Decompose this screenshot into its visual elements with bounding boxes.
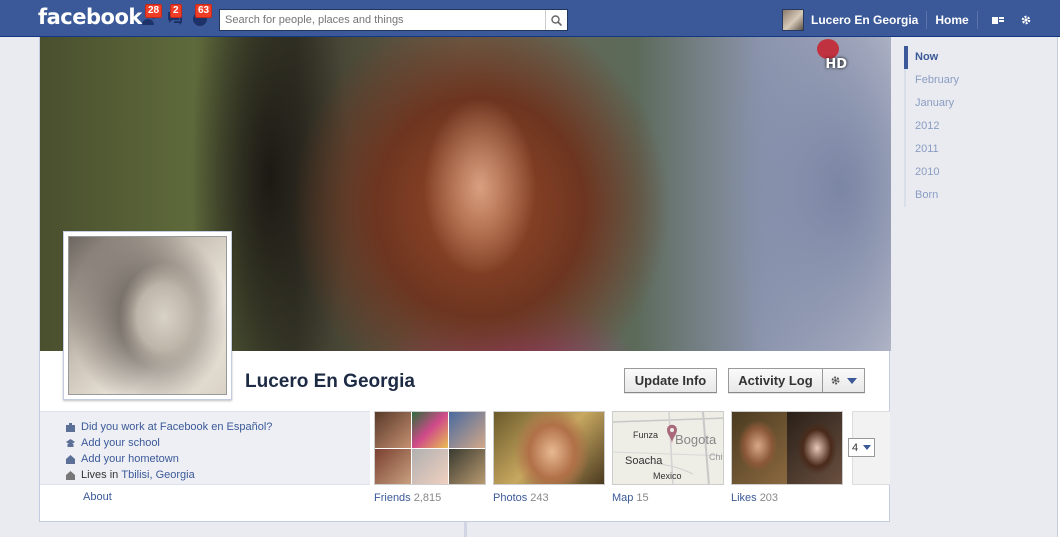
info-item-work[interactable]: Did you work at Facebook en Español? (66, 419, 272, 435)
profile-name[interactable]: Lucero En Georgia (245, 371, 415, 393)
map-thumbnail[interactable]: Funza Bogota Soacha Mexico Chi (612, 411, 724, 485)
timeline-nav-february[interactable]: February (904, 69, 1024, 92)
house-icon (66, 470, 75, 480)
messages-badge: 2 (170, 4, 182, 18)
profile-settings-dropdown[interactable] (822, 368, 865, 393)
app-label[interactable]: Likes (731, 492, 757, 504)
app-count: 2,815 (413, 492, 442, 504)
map-place: Soacha (625, 455, 663, 467)
app-label[interactable]: Photos (493, 492, 527, 504)
app-label[interactable]: Friends (374, 492, 411, 504)
friends-thumbnail[interactable] (374, 411, 486, 485)
info-item-school[interactable]: Add your school (66, 435, 272, 451)
app-friends[interactable]: Friends 2,815 (374, 411, 486, 504)
liked-page-photo (732, 412, 787, 484)
home-icon (66, 454, 75, 464)
map-place: Mexico (653, 471, 682, 481)
privacy-shortcuts-button[interactable] (990, 12, 1006, 28)
friend-photo (412, 448, 448, 484)
friend-photo (375, 448, 411, 484)
lives-in-prefix: Lives in (81, 469, 119, 481)
app-count: 15 (636, 492, 649, 504)
home-link[interactable]: Home (935, 13, 968, 27)
gear-icon (1021, 15, 1031, 25)
channel-logo (817, 39, 839, 59)
nav-divider (976, 11, 978, 29)
map-place: Chi (709, 452, 723, 462)
profile-picture[interactable] (63, 231, 232, 400)
school-icon (66, 438, 75, 447)
friends-grid (375, 412, 485, 484)
account-settings-button[interactable] (1018, 12, 1034, 28)
chevron-down-icon (863, 445, 871, 450)
profile-main-column: HD Lucero En Georgia Update Info Activit… (39, 37, 891, 522)
app-count: 203 (759, 492, 779, 504)
more-apps-count: 4 (852, 441, 859, 454)
notifications-badge: 63 (195, 4, 213, 18)
map-graphic: Funza Bogota Soacha Mexico Chi (613, 412, 723, 484)
app-likes[interactable]: Likes 203 (731, 411, 843, 504)
user-name-link[interactable]: Lucero En Georgia (811, 13, 918, 27)
search-input[interactable] (220, 10, 540, 30)
friend-photo (412, 412, 448, 448)
app-photos[interactable]: Photos 243 (493, 411, 605, 504)
timeline-nav-born[interactable]: Born (904, 184, 1024, 207)
info-list: Did you work at Facebook en Español? Add… (66, 419, 272, 483)
app-label[interactable]: Map (612, 492, 633, 504)
info-item-hometown[interactable]: Add your hometown (66, 451, 272, 467)
top-bar: facebook 28 2 63 Lucero En Georgia Home (0, 0, 1060, 37)
gear-icon (831, 376, 840, 385)
nav-divider (926, 11, 928, 29)
liked-page-photo (787, 412, 842, 484)
info-item-label[interactable]: Did you work at Facebook en Español? (81, 421, 272, 433)
info-item-label[interactable]: Add your school (81, 437, 160, 449)
messages-jewel[interactable]: 2 (166, 4, 186, 29)
privacy-icon (991, 16, 1004, 24)
app-map[interactable]: Funza Bogota Soacha Mexico Chi Map 15 (612, 411, 724, 504)
info-item-lives-in: Lives in Tbilisi, Georgia (66, 467, 272, 483)
update-info-button[interactable]: Update Info (624, 368, 717, 393)
friend-requests-jewel[interactable]: 28 (141, 4, 163, 29)
timeline-navigation: Now February January 2012 2011 2010 Born (904, 46, 1024, 207)
timeline-nav-now[interactable]: Now (904, 46, 1024, 69)
profile-apps: Friends 2,815 Photos 243 Funza Bogota So… (374, 411, 890, 511)
friend-photo (375, 412, 411, 448)
user-nav: Lucero En Georgia Home (782, 9, 1034, 31)
timeline-nav-january[interactable]: January (904, 92, 1024, 115)
likes-thumbnail[interactable] (731, 411, 843, 485)
app-count: 243 (530, 492, 549, 504)
chevron-down-icon (847, 377, 857, 384)
search-button[interactable] (545, 10, 567, 30)
search-icon (551, 14, 562, 26)
notifications-jewel[interactable]: 63 (191, 4, 213, 29)
map-place: Bogota (675, 432, 717, 447)
timeline-spine (464, 522, 467, 537)
info-item-label[interactable]: Add your hometown (81, 453, 179, 465)
timeline-nav-2011[interactable]: 2011 (904, 138, 1024, 161)
photos-thumbnail[interactable] (493, 411, 605, 485)
about-row: About (40, 484, 370, 508)
briefcase-icon (66, 422, 75, 432)
friend-requests-badge: 28 (145, 4, 163, 18)
friend-photo (449, 448, 485, 484)
info-summary: Did you work at Facebook en Español? Add… (40, 411, 370, 484)
facebook-logo[interactable]: facebook (38, 5, 142, 29)
timeline-nav-2012[interactable]: 2012 (904, 115, 1024, 138)
lives-in-location[interactable]: Tbilisi, Georgia (121, 469, 194, 481)
hd-label: HD (825, 57, 847, 72)
about-link[interactable]: About (83, 491, 112, 503)
profile-picture-image (68, 236, 227, 395)
friend-photo (449, 412, 485, 448)
timeline-nav-2010[interactable]: 2010 (904, 161, 1024, 184)
user-avatar[interactable] (782, 9, 804, 31)
map-place: Funza (633, 430, 658, 440)
more-apps-dropdown[interactable]: 4 (848, 438, 875, 457)
activity-log-button[interactable]: Activity Log (728, 368, 822, 393)
search-box (219, 9, 568, 31)
